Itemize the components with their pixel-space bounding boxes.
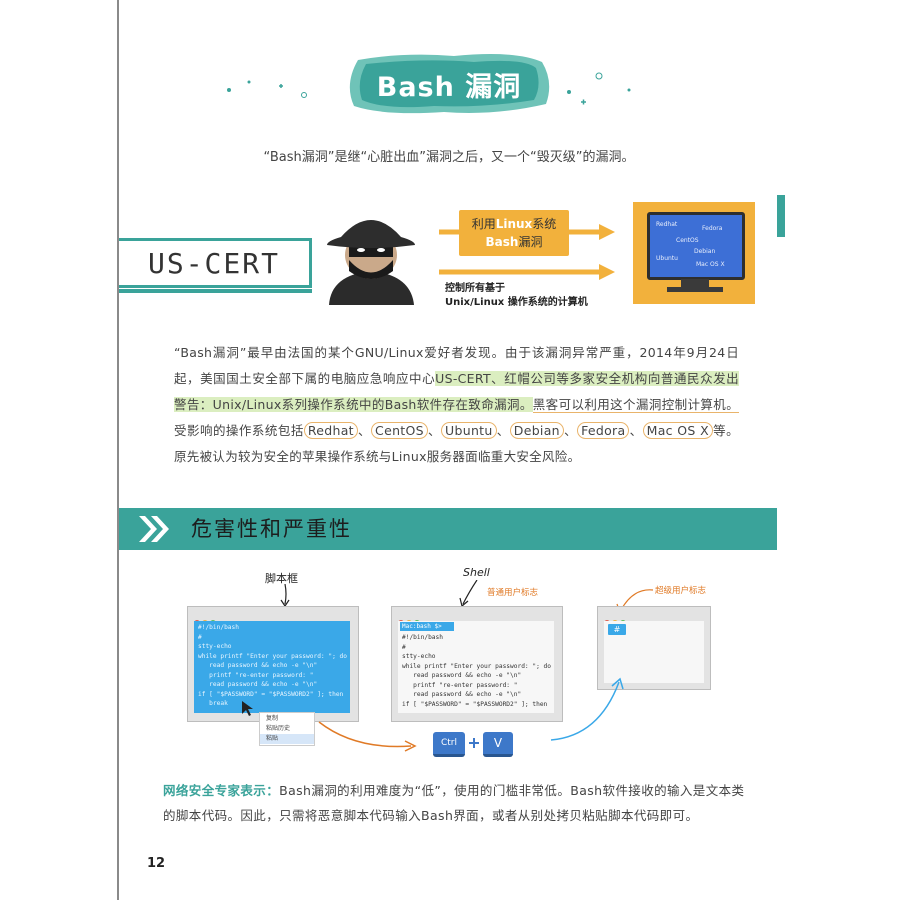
arrow-icon xyxy=(318,721,417,752)
menu-item-paste[interactable]: 粘贴 xyxy=(260,734,314,744)
arrow-icon xyxy=(280,584,290,608)
hacker-icon xyxy=(327,220,415,305)
section-title: 危害性和严重性 xyxy=(191,517,352,541)
shell-window: Mac:bash $> #!/bin/bash # stty-echo whil… xyxy=(391,606,563,722)
monitor-screen: Redhat Fedora CentOS Debian Ubuntu Mac O… xyxy=(647,212,745,280)
context-menu: 复制 粘贴历史 粘贴 xyxy=(259,712,315,746)
exploit-label-box: 利用Linux系统 Bash漏洞 xyxy=(459,210,569,256)
os-name: Redhat xyxy=(303,422,358,439)
os-label: Debian xyxy=(694,248,716,255)
shell-label: Shell xyxy=(463,566,490,579)
menu-item-paste-history[interactable]: 粘贴历史 xyxy=(260,724,314,734)
os-name: Mac OS X xyxy=(642,422,713,439)
os-name: Debian xyxy=(509,422,564,439)
double-chevron-icon xyxy=(139,516,169,542)
os-name: CentOS xyxy=(371,422,428,439)
control-caption: 控制所有基于 Unix/Linux 操作系统的计算机 xyxy=(445,283,588,308)
os-label: Redhat xyxy=(656,221,678,228)
shell-code: #!/bin/bash # stty-echo while printf "En… xyxy=(402,634,552,708)
os-label: Ubuntu xyxy=(656,255,678,262)
normal-user-label: 普通用户标志 xyxy=(487,588,539,598)
intro-text: “Bash漏洞”是继“心脏出血”漏洞之后，又一个“毁灭级”的漏洞。 xyxy=(263,150,635,165)
us-cert-label: US-CERT xyxy=(119,238,312,293)
cursor-icon xyxy=(242,701,253,716)
page-number: 12 xyxy=(147,856,166,871)
script-code: #!/bin/bash # stty-echo while printf "En… xyxy=(198,624,348,707)
shell-prompt: Mac:bash $> xyxy=(400,622,454,631)
side-tab-marker xyxy=(777,195,785,237)
menu-item-copy[interactable]: 复制 xyxy=(260,714,314,724)
main-paragraph: “Bash漏洞”最早由法国的某个GNU/Linux爱好者发现。由于该漏洞异常严重… xyxy=(174,345,739,464)
os-label: Mac OS X xyxy=(696,261,725,268)
arrow-icon xyxy=(550,677,624,741)
arrow-icon xyxy=(459,580,478,608)
sparkle-icon xyxy=(227,80,307,98)
os-label: CentOS xyxy=(676,237,699,244)
book-page: Bash 漏洞 “Bash漏洞”是继“心脏出血”漏洞之后，又一个“毁灭级”的漏洞… xyxy=(117,0,785,900)
plus-icon xyxy=(469,738,479,748)
sparkle-icon xyxy=(567,72,631,105)
monitor-base xyxy=(667,287,723,292)
expert-statement: 网络安全专家表示：Bash漏洞的利用难度为“低”，使用的门槛非常低。Bash软件… xyxy=(163,783,745,823)
script-window: #!/bin/bash # stty-echo while printf "En… xyxy=(187,606,359,722)
v-key[interactable]: V xyxy=(483,732,513,757)
os-name: Fedora xyxy=(577,422,630,439)
super-user-prompt: # xyxy=(608,624,626,635)
os-name: Ubuntu xyxy=(441,422,497,439)
ctrl-key[interactable]: Ctrl xyxy=(433,732,465,757)
os-label: Fedora xyxy=(702,225,723,232)
super-user-label: 超级用户标志 xyxy=(655,586,707,596)
monitor-stand xyxy=(681,279,709,287)
page-title: Bash 漏洞 xyxy=(376,71,522,103)
title-banner: Bash 漏洞 xyxy=(344,52,554,116)
